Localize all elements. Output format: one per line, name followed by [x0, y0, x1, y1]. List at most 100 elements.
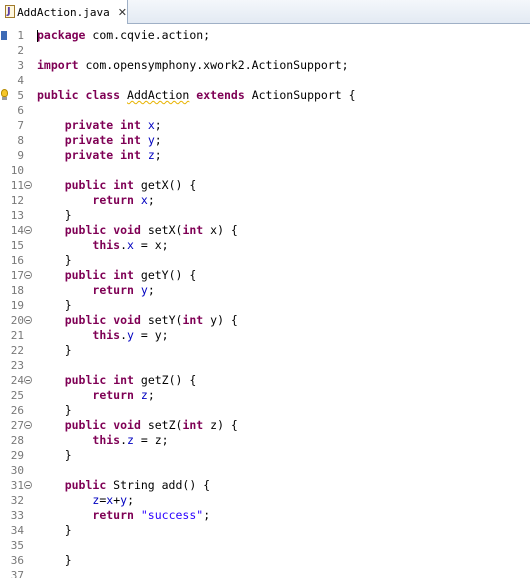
code-text: this.x = x;	[37, 238, 168, 253]
code-line[interactable]: 23	[0, 358, 530, 373]
line-number: 14	[10, 224, 24, 237]
code-token: class	[85, 88, 121, 102]
code-line[interactable]: 9 private int z;	[0, 148, 530, 163]
code-token: x	[147, 118, 155, 132]
line-number: 1	[17, 29, 24, 42]
code-line[interactable]: 13 }	[0, 208, 530, 223]
code-line[interactable]: 33 return "success";	[0, 508, 530, 523]
code-line[interactable]: 20 public void setY(int y) {	[0, 313, 530, 328]
code-text: }	[37, 343, 72, 358]
tab-label: AddAction.java	[17, 5, 110, 19]
code-token: int	[182, 223, 204, 237]
code-token: }	[37, 403, 72, 417]
code-line[interactable]: 25 return z;	[0, 388, 530, 403]
code-token: x	[127, 238, 134, 252]
code-line[interactable]: 5 public class AddAction extends ActionSu…	[0, 88, 530, 103]
line-number: 9	[17, 149, 24, 162]
code-token: }	[37, 448, 72, 462]
code-line[interactable]: 32 z=x+y;	[0, 493, 530, 508]
code-token: getY() {	[133, 268, 197, 282]
code-line[interactable]: 35	[0, 538, 530, 553]
code-line[interactable]: 31 public String add() {	[0, 478, 530, 493]
code-line[interactable]: 14 public void setX(int x) {	[0, 223, 530, 238]
code-line[interactable]: 36 }	[0, 553, 530, 568]
code-text: import com.opensymphony.xwork2.ActionSup…	[37, 58, 349, 73]
fold-collapse-icon[interactable]	[24, 421, 32, 429]
code-line[interactable]: 10	[0, 163, 530, 178]
fold-collapse-icon[interactable]	[24, 181, 32, 189]
code-token: z	[147, 148, 155, 162]
code-token: return	[92, 388, 134, 402]
code-token: public	[64, 478, 107, 492]
line-number: 12	[10, 194, 24, 207]
code-token: ;	[203, 508, 211, 522]
line-number: 8	[17, 134, 24, 147]
fold-collapse-icon[interactable]	[24, 376, 32, 384]
fold-collapse-icon[interactable]	[24, 316, 32, 324]
code-token: AddAction	[127, 88, 190, 102]
code-text: public void setX(int x) {	[37, 223, 238, 238]
code-line[interactable]: 8 private int y;	[0, 133, 530, 148]
code-line[interactable]: 12 return x;	[0, 193, 530, 208]
code-token: private	[64, 118, 114, 132]
code-line[interactable]: 6	[0, 103, 530, 118]
close-icon[interactable]: ✕	[118, 7, 127, 18]
fold-collapse-icon[interactable]	[24, 481, 32, 489]
code-token: setZ(	[140, 418, 183, 432]
code-line[interactable]: 22 }	[0, 343, 530, 358]
code-line[interactable]: 24 public int getZ() {	[0, 373, 530, 388]
code-line[interactable]: 11 public int getX() {	[0, 178, 530, 193]
code-token: private	[64, 148, 114, 162]
code-token: }	[37, 208, 72, 222]
code-editor[interactable]: 1 package com.cqvie.action; 2 3 import com.o…	[0, 24, 530, 578]
code-line[interactable]: 18 return y;	[0, 283, 530, 298]
code-token: extends	[196, 88, 245, 102]
code-line[interactable]: 3 import com.opensymphony.xwork2.ActionSu…	[0, 58, 530, 73]
code-text: package com.cqvie.action;	[37, 28, 210, 43]
code-line[interactable]: 7 private int x;	[0, 118, 530, 133]
code-token: ;	[154, 118, 162, 132]
code-line[interactable]: 30	[0, 463, 530, 478]
line-number: 6	[17, 104, 24, 117]
line-number: 20	[10, 314, 24, 327]
tab-addaction-java[interactable]: J AddAction.java ✕	[0, 0, 128, 24]
code-text: z=x+y;	[37, 493, 134, 508]
code-token: public	[64, 418, 107, 432]
warning-lightbulb-icon[interactable]	[0, 89, 10, 101]
code-line[interactable]: 1 package com.cqvie.action;	[0, 28, 530, 43]
code-text: }	[37, 253, 72, 268]
code-line[interactable]: 21 this.y = y;	[0, 328, 530, 343]
code-token: package	[37, 28, 86, 42]
line-number: 36	[10, 554, 24, 567]
line-number: 34	[10, 524, 24, 537]
code-token: int	[113, 373, 134, 387]
code-token: ActionSupport {	[244, 88, 356, 102]
code-line[interactable]: 29 }	[0, 448, 530, 463]
code-line[interactable]: 2	[0, 43, 530, 58]
fold-collapse-icon[interactable]	[24, 226, 32, 234]
fold-collapse-icon[interactable]	[24, 271, 32, 279]
code-line[interactable]: 19 }	[0, 298, 530, 313]
line-number: 30	[10, 464, 24, 477]
code-text: }	[37, 523, 72, 538]
code-line[interactable]: 27 public void setZ(int z) {	[0, 418, 530, 433]
code-token: String add() {	[106, 478, 211, 492]
code-token: private	[64, 133, 114, 147]
code-token: this	[92, 328, 121, 342]
code-line[interactable]: 28 this.z = z;	[0, 433, 530, 448]
code-line[interactable]: 34 }	[0, 523, 530, 538]
code-line[interactable]: 17 public int getY() {	[0, 268, 530, 283]
code-token: ;	[147, 283, 155, 297]
code-line[interactable]: 4	[0, 73, 530, 88]
code-line[interactable]: 37	[0, 568, 530, 578]
code-line[interactable]: 16 }	[0, 253, 530, 268]
code-line[interactable]: 26 }	[0, 403, 530, 418]
code-line[interactable]: 15 this.x = x;	[0, 238, 530, 253]
line-number: 2	[17, 44, 24, 57]
